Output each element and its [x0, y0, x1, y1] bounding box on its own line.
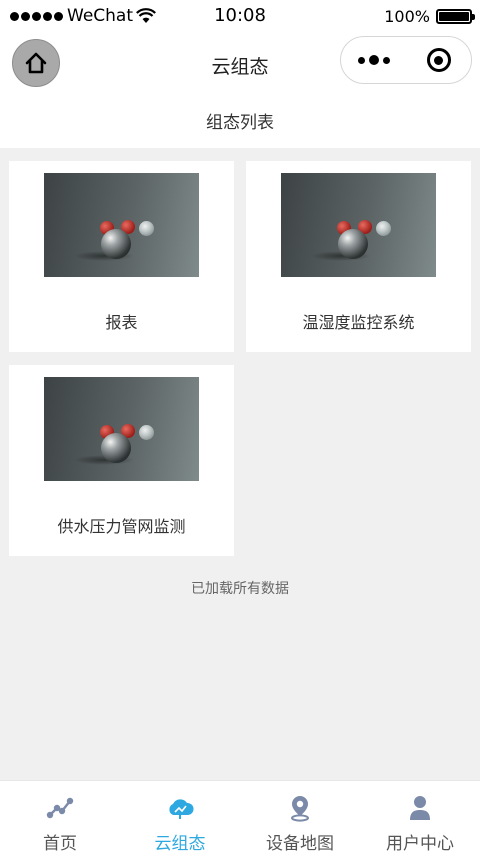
target-icon [426, 48, 451, 72]
section-header: 组态列表 [0, 94, 480, 148]
battery-indicator: 100% [384, 7, 475, 26]
tab-label: 首页 [43, 834, 77, 854]
battery-percent: 100% [384, 7, 430, 26]
navigation-bar: 云组态 [0, 34, 480, 94]
battery-icon [436, 9, 475, 24]
all-loaded-notice: 已加载所有数据 [191, 581, 289, 597]
mini-program-capsule [340, 36, 472, 84]
tab-label: 云组态 [154, 834, 206, 854]
config-card[interactable]: 报表 [9, 161, 234, 352]
tab-label: 设备地图 [266, 834, 334, 854]
card-thumbnail [44, 173, 199, 277]
config-card[interactable]: 供水压力管网监测 [9, 365, 234, 556]
card-thumbnail [281, 173, 436, 277]
card-title: 供水压力管网监测 [57, 517, 186, 536]
tab-bar: 首页 云组态 设备地图 用户中心 [0, 780, 480, 861]
tab-device-map[interactable]: 设备地图 [240, 781, 360, 861]
close-mini-program-button[interactable] [406, 48, 471, 72]
config-card[interactable]: 温湿度监控系统 [246, 161, 471, 352]
tab-home[interactable]: 首页 [0, 781, 120, 861]
card-thumbnail [44, 377, 199, 481]
map-pin-icon [285, 793, 315, 823]
tab-label: 用户中心 [386, 834, 454, 854]
user-icon [405, 793, 435, 823]
cloud-icon [165, 793, 195, 823]
card-title: 温湿度监控系统 [302, 313, 415, 332]
status-bar: WeChat 10:08 100% [0, 0, 480, 34]
card-title: 报表 [105, 313, 138, 332]
tab-cloud-config[interactable]: 云组态 [120, 781, 240, 861]
more-options-button[interactable] [341, 55, 406, 65]
trend-line-icon [45, 793, 75, 823]
tab-user-center[interactable]: 用户中心 [360, 781, 480, 861]
